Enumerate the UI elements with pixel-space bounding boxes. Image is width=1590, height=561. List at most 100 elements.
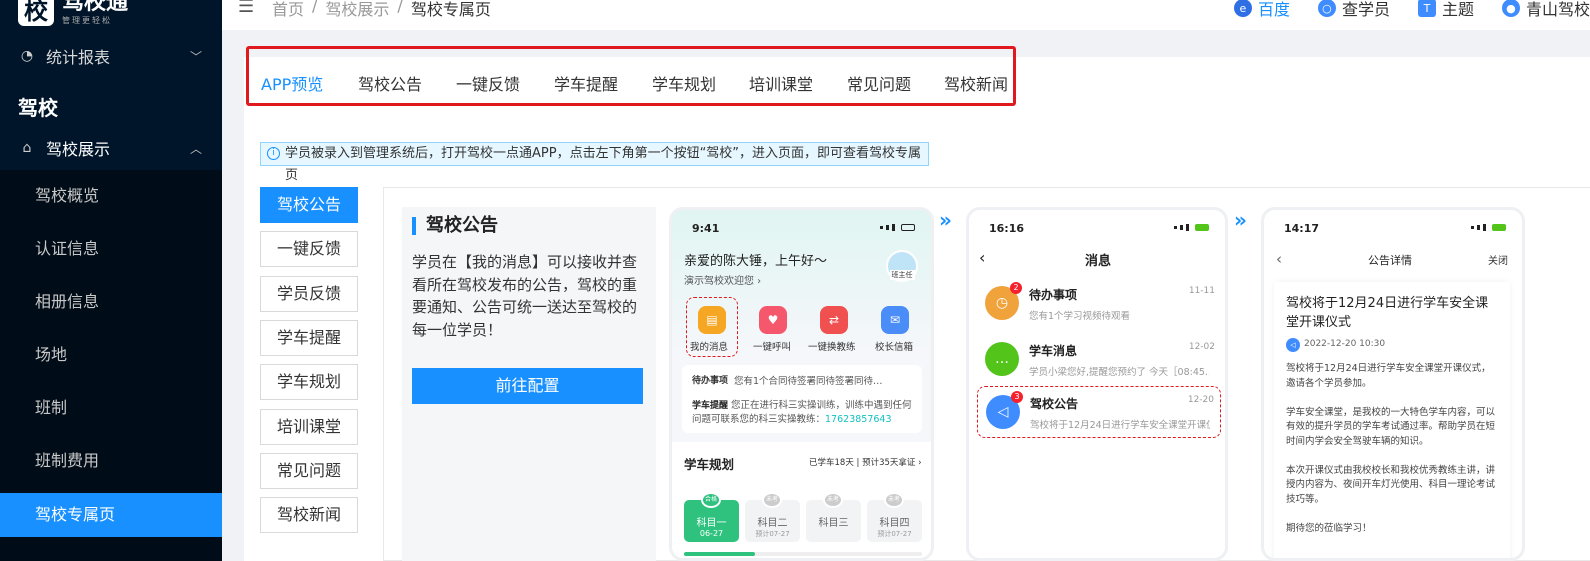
- heart-call-icon: ♥: [759, 306, 787, 334]
- chat-icon: …: [985, 342, 1019, 376]
- user-menu[interactable]: ● 青山驾校: [1501, 0, 1590, 20]
- status-icons: [880, 224, 915, 231]
- vtab-plan[interactable]: 学车规划: [260, 364, 358, 400]
- phone-messages-preview: 16:16 ‹ 消息 ◷ 2 待办事项 11-11 您有1个学习视频待观看 … …: [966, 207, 1228, 561]
- message-item-todo[interactable]: ◷ 2 待办事项 11-11 您有1个学习视频待观看: [977, 278, 1221, 334]
- vtab-announcement[interactable]: 驾校公告: [260, 187, 358, 223]
- sidebar: 校 驾校通 管理更轻松 ◔ 统计报表 ﹀ 驾校 ⌂ 驾校展示 ︿ 驾校概览 认证…: [0, 0, 222, 561]
- status-icons: [1174, 224, 1209, 231]
- icon-one-call[interactable]: 一键呼叫: [753, 339, 791, 353]
- sidebar-item-overview[interactable]: 驾校概览: [0, 174, 222, 218]
- theme-link[interactable]: T 主题: [1417, 0, 1474, 20]
- menu-school-display-label: 驾校展示: [46, 140, 111, 159]
- announcement-card: 驾校将于12月24日进行学车安全课堂开课仪式 ◁ 2022-12-20 10:3…: [1274, 282, 1510, 558]
- tab-classroom[interactable]: 培训课堂: [749, 71, 813, 95]
- sidebar-item-exclusive-page[interactable]: 驾校专属页: [0, 493, 222, 537]
- vtab-reminder[interactable]: 学车提醒: [260, 320, 358, 356]
- sidebar-item-class[interactable]: 班制: [0, 386, 222, 430]
- vtab-classroom[interactable]: 培训课堂: [260, 409, 358, 445]
- subject-1[interactable]: 合格 科目一 06-27: [684, 492, 739, 542]
- icon-principal-mail[interactable]: 校长信箱: [875, 339, 913, 353]
- announcement-body: 驾校将于12月24日进行学车安全课堂开课仪式，邀请各个学员参加。 学车安全课堂，…: [1286, 363, 1496, 534]
- mailbox-icon: ✉: [881, 306, 909, 334]
- back-icon[interactable]: ‹: [979, 248, 985, 267]
- status-icons: [1471, 224, 1506, 231]
- breadcrumb-school[interactable]: 驾校展示: [325, 0, 389, 20]
- announcement-date: 2022-12-20 10:30: [1304, 339, 1386, 349]
- flow-arrow-icon: »: [939, 208, 952, 232]
- vtab-student-feedback[interactable]: 学员反馈: [260, 276, 358, 312]
- flow-arrow-icon: »: [1234, 208, 1247, 232]
- subject-3[interactable]: 未考 科目三: [806, 492, 861, 542]
- greeting-text: 亲爱的陈大锤，上午好～: [684, 254, 828, 269]
- breadcrumb-current: 驾校专属页: [410, 0, 491, 19]
- tab-feedback[interactable]: 一键反馈: [456, 71, 520, 95]
- sidebar-item-album[interactable]: 相册信息: [0, 280, 222, 324]
- search-student-link[interactable]: ○ 查学员: [1317, 0, 1390, 20]
- todo-card[interactable]: 待办事项 您有1个合同待签署同待签署同待… 学车提醒 您正在进行科三实操训练，训…: [682, 365, 922, 433]
- close-button[interactable]: 关闭: [1488, 252, 1508, 267]
- chevron-down-icon: ﹀: [189, 49, 202, 64]
- phone-home-preview: 9:41 亲爱的陈大锤，上午好～ 演示驾校欢迎您 › 班主任 ▤ ♥ ⇄ ✉ 我…: [669, 207, 934, 561]
- plan-progress-bar: [684, 552, 756, 556]
- tab-bar: APP预览 驾校公告 一键反馈 学车提醒 学车规划 培训课堂 常见问题 驾校新闻: [246, 46, 1016, 106]
- vtab-feedback[interactable]: 一键反馈: [260, 231, 358, 267]
- baidu-link[interactable]: e 百度: [1233, 0, 1290, 20]
- browser-icon: e: [1233, 0, 1252, 17]
- tab-announcement[interactable]: 驾校公告: [358, 71, 422, 95]
- submenu: 驾校概览 认证信息 相册信息 场地 班制 班制费用 驾校专属页: [0, 170, 222, 561]
- menu-stats[interactable]: ◔ 统计报表 ﹀: [0, 42, 222, 70]
- info-icon: i: [267, 147, 280, 160]
- logo-icon: 校: [18, 0, 54, 26]
- description-title: 驾校公告: [412, 217, 498, 235]
- detail-title: 公告详情: [1368, 254, 1412, 267]
- topbar-links: e 百度 ○ 查学员 T 主题 ● 青山驾校: [1233, 0, 1590, 20]
- sidebar-item-certification[interactable]: 认证信息: [0, 227, 222, 271]
- announcement-heading: 驾校将于12月24日进行学车安全课堂开课仪式: [1286, 296, 1489, 330]
- tab-app-preview[interactable]: APP预览: [261, 71, 323, 95]
- go-config-button[interactable]: 前往配置: [412, 368, 643, 404]
- status-time: 16:16: [989, 222, 1025, 235]
- vtab-news[interactable]: 驾校新闻: [260, 497, 358, 533]
- phone-announcement-detail: 14:17 ‹ 公告详情 关闭 驾校将于12月24日进行学车安全课堂开课仪式 ◁…: [1261, 207, 1525, 561]
- avatar[interactable]: 班主任: [886, 250, 918, 282]
- logo-name: 驾校通: [62, 0, 129, 15]
- status-time: 14:17: [1284, 222, 1320, 235]
- status-time: 9:41: [692, 222, 720, 235]
- message-icon: ▤: [698, 306, 726, 334]
- message-item-learning[interactable]: … 学车消息 12-02 学员小梁您好,提醒您预约了 今天［08:45...: [977, 334, 1221, 390]
- switch-coach-icon: ⇄: [820, 306, 848, 334]
- subject-2[interactable]: 未考 科目二 预计07-27: [745, 492, 800, 542]
- description-text: 学员在【我的消息】可以接收并查看所在驾校发布的公告，驾校的重要通知、公告可统一送…: [412, 253, 638, 339]
- search-student-icon: ○: [1317, 0, 1336, 17]
- chevron-up-icon: ︿: [189, 141, 202, 156]
- welcome-text: 演示驾校欢迎您 ›: [684, 276, 762, 287]
- icon-my-messages[interactable]: 我的消息: [690, 339, 728, 353]
- user-icon: ●: [1501, 0, 1520, 17]
- tab-reminder[interactable]: 学车提醒: [554, 71, 618, 95]
- message-item-announcement[interactable]: ◁ 3 驾校公告 12-20 驾校将于12月24日进行学车安全课堂开课仪式: [977, 386, 1221, 438]
- tab-faq[interactable]: 常见问题: [847, 71, 911, 95]
- home-icon: ⌂: [22, 140, 32, 156]
- tab-plan[interactable]: 学车规划: [652, 71, 716, 95]
- icon-change-coach[interactable]: 一键换教练: [808, 339, 856, 353]
- vtab-faq[interactable]: 常见问题: [260, 453, 358, 489]
- logo[interactable]: 校 驾校通 管理更轻松: [18, 0, 128, 26]
- subject-4[interactable]: 未考 科目四 预计07-27: [867, 492, 922, 542]
- breadcrumb: 首页 / 驾校展示 / 驾校专属页: [272, 0, 491, 20]
- pie-chart-icon: ◔: [20, 48, 34, 64]
- back-icon[interactable]: ‹: [1276, 250, 1282, 268]
- plan-card[interactable]: 学车规划 已学车18天 | 预计35天拿证 › 合格 科目一 06-27 未考 …: [672, 442, 931, 558]
- shirt-icon: T: [1417, 0, 1436, 17]
- info-notice: i 学员被录入到管理系统后，打开驾校一点通APP，点击左下角第一个按钮“驾校”，…: [260, 142, 929, 183]
- topbar: ☰ 首页 / 驾校展示 / 驾校专属页 e 百度 ○ 查学员 T 主题 ● 青山驾校: [222, 0, 1590, 30]
- menu-school-display[interactable]: ⌂ 驾校展示 ︿: [0, 134, 222, 162]
- menu-fold-icon[interactable]: ☰: [238, 0, 254, 17]
- breadcrumb-home[interactable]: 首页: [272, 0, 304, 20]
- menu-group-label: 驾校: [18, 96, 58, 120]
- sidebar-item-venue[interactable]: 场地: [0, 333, 222, 377]
- logo-slogan: 管理更轻松: [62, 15, 112, 25]
- tab-news[interactable]: 驾校新闻: [944, 71, 1008, 95]
- messages-title: 消息: [1085, 254, 1112, 269]
- sidebar-item-class-fee[interactable]: 班制费用: [0, 439, 222, 483]
